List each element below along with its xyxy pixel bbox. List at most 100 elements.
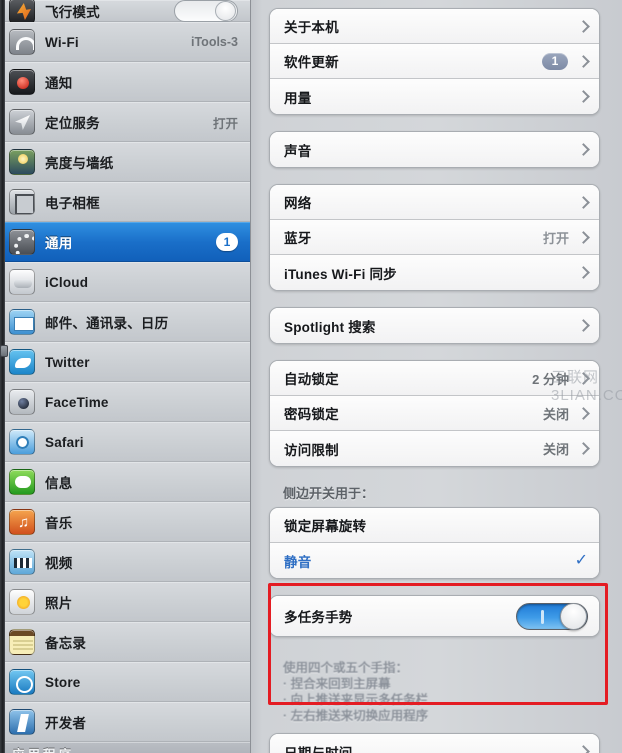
sidebar-item-label: 飞行模式 <box>45 5 100 20</box>
settings-group-side-switch: 锁定屏幕旋转 静音 ✓ <box>269 507 600 579</box>
update-badge: 1 <box>542 52 568 70</box>
row-label: 用量 <box>284 90 312 106</box>
toggle-knob <box>560 602 587 630</box>
row-label: 声音 <box>284 143 312 159</box>
sidebar-scrollbar-thumb[interactable] <box>0 345 8 357</box>
sidebar-item-safari[interactable]: Safari <box>0 422 250 462</box>
row-usage[interactable]: 用量 <box>270 79 599 114</box>
sidebar-item-video[interactable]: 视频 <box>0 542 250 582</box>
music-icon <box>9 509 35 535</box>
airplane-mode-toggle[interactable] <box>174 0 238 22</box>
sidebar-item-developer[interactable]: 开发者 <box>0 702 250 742</box>
sidebar-item-label: 视频 <box>45 556 73 571</box>
row-spotlight-search[interactable]: Spotlight 搜索 <box>270 308 599 343</box>
sidebar-item-location-services[interactable]: 定位服务 打开 <box>0 102 250 142</box>
cloud-icon <box>9 269 35 295</box>
sidebar-item-label: 亮度与墙纸 <box>45 156 114 171</box>
sidebar-item-photos[interactable]: 照片 <box>0 582 250 622</box>
sidebar-item-notes[interactable]: 备忘录 <box>0 622 250 662</box>
row-mute[interactable]: 静音 ✓ <box>270 543 599 578</box>
row-label: 软件更新 <box>284 55 339 70</box>
sidebar-item-label: FaceTime <box>45 394 109 410</box>
sidebar-item-label: 信息 <box>45 476 73 491</box>
notes-icon <box>9 629 35 655</box>
row-label: 多任务手势 <box>284 610 353 625</box>
sidebar-item-label: 开发者 <box>45 716 87 731</box>
footnote-line: · 左右推送来切换应用程序 <box>283 709 429 723</box>
row-value: 打开 <box>542 230 569 246</box>
row-network[interactable]: 网络 <box>270 185 599 220</box>
sidebar-item-wifi[interactable]: Wi-Fi iTools-3 <box>0 22 250 62</box>
multitasking-footnote: 使用四个或五个手指： · 捏合来回到主屏幕 · 向上推送来显示多任务栏 · 左右… <box>269 653 600 733</box>
row-date-time[interactable]: 日期与时间 <box>270 734 599 753</box>
settings-group-spotlight: Spotlight 搜索 <box>269 307 600 344</box>
sidebar-item-brightness-wallpaper[interactable]: 亮度与墙纸 <box>0 142 250 182</box>
sidebar-item-icloud[interactable]: iCloud <box>0 262 250 302</box>
row-about[interactable]: 关于本机 <box>270 9 599 44</box>
row-label: 访问限制 <box>284 442 339 458</box>
side-switch-title: 侧边开关用于： <box>283 486 375 501</box>
ipad-settings-screen: 飞行模式 Wi-Fi iTools-3 通知 定位服务 打开 亮度与墙纸 电子相… <box>0 0 622 753</box>
row-label: 自动锁定 <box>284 372 339 387</box>
sidebar-item-label: Store <box>45 674 81 690</box>
mail-icon <box>9 309 35 335</box>
footnote-line: 使用四个或五个手指： <box>283 661 409 675</box>
row-label: 日期与时间 <box>284 745 353 753</box>
row-label: 网络 <box>284 196 312 211</box>
store-icon <box>9 669 35 695</box>
row-label: iTunes Wi-Fi 同步 <box>284 266 397 282</box>
sidebar-item-label: 通知 <box>45 76 73 91</box>
row-restrictions[interactable]: 访问限制 关闭 <box>270 431 599 466</box>
row-auto-lock[interactable]: 自动锁定 2 分钟 <box>270 361 599 396</box>
sidebar-scrollbar[interactable] <box>0 0 5 753</box>
sidebar-item-label: 电子相框 <box>45 196 100 211</box>
multitasking-gestures-toggle[interactable] <box>516 602 588 630</box>
sidebar-item-facetime[interactable]: FaceTime <box>0 382 250 422</box>
settings-group-sounds: 声音 <box>269 131 600 168</box>
sidebar-item-mail-contacts-calendars[interactable]: 邮件、通讯录、日历 <box>0 302 250 342</box>
sidebar-item-picture-frame[interactable]: 电子相框 <box>0 182 250 222</box>
row-value: 关闭 <box>542 442 569 457</box>
row-passcode-lock[interactable]: 密码锁定 关闭 <box>270 396 599 431</box>
row-lock-rotation[interactable]: 锁定屏幕旋转 <box>270 508 599 543</box>
sidebar-item-music[interactable]: 音乐 <box>0 502 250 542</box>
wifi-icon <box>9 29 35 55</box>
sidebar-item-general[interactable]: 通用 1 <box>0 222 250 262</box>
sidebar-item-messages[interactable]: 信息 <box>0 462 250 502</box>
general-settings-pane: 三联网 3LIAN.COM 关于本机 软件更新 1 用量 声音 <box>251 0 622 753</box>
chevron-right-icon <box>577 319 590 332</box>
toggle-on-bar <box>541 609 544 624</box>
settings-group-network: 网络 蓝牙 打开 iTunes Wi-Fi 同步 <box>269 184 600 291</box>
settings-group-security: 自动锁定 2 分钟 密码锁定 关闭 访问限制 关闭 <box>269 360 600 467</box>
row-label: 关于本机 <box>284 20 339 35</box>
settings-group-device: 关于本机 软件更新 1 用量 <box>269 8 600 115</box>
chevron-right-icon <box>577 442 590 455</box>
sidebar-item-label: 定位服务 <box>45 116 100 131</box>
chevron-right-icon <box>577 745 590 753</box>
row-bluetooth[interactable]: 蓝牙 打开 <box>270 220 599 255</box>
sidebar-item-value: 打开 <box>212 116 238 131</box>
sidebar-item-label: Safari <box>45 434 84 450</box>
footnote-line: · 向上推送来显示多任务栏 <box>283 693 429 707</box>
safari-icon <box>9 429 35 455</box>
row-value: 关闭 <box>542 406 569 422</box>
sidebar-item-label: iCloud <box>45 274 89 290</box>
settings-sidebar[interactable]: 飞行模式 Wi-Fi iTools-3 通知 定位服务 打开 亮度与墙纸 电子相… <box>0 0 251 753</box>
sidebar-item-airplane-mode[interactable]: 飞行模式 <box>0 0 250 24</box>
video-icon <box>9 549 35 575</box>
row-label: 锁定屏幕旋转 <box>284 519 367 534</box>
sidebar-item-label: 邮件、通讯录、日历 <box>45 316 169 331</box>
twitter-icon <box>9 349 35 375</box>
checkmark-icon: ✓ <box>574 551 588 569</box>
row-sounds[interactable]: 声音 <box>270 132 599 167</box>
sidebar-item-store[interactable]: Store <box>0 662 250 702</box>
row-itunes-wifi-sync[interactable]: iTunes Wi-Fi 同步 <box>270 255 599 290</box>
sidebar-item-label: Twitter <box>45 354 90 370</box>
row-multitasking-gestures[interactable]: 多任务手势 <box>270 596 599 636</box>
messages-icon <box>9 469 35 495</box>
notifications-icon <box>9 69 35 95</box>
sidebar-item-notifications[interactable]: 通知 <box>0 62 250 102</box>
row-software-update[interactable]: 软件更新 1 <box>270 44 599 79</box>
sidebar-item-twitter[interactable]: Twitter <box>0 342 250 382</box>
chevron-right-icon <box>577 19 590 33</box>
